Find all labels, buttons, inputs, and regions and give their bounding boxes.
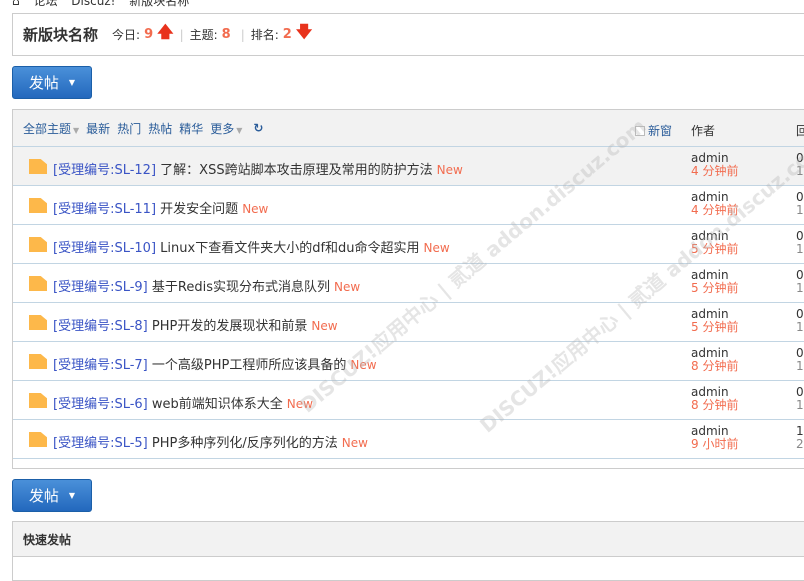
thread-row: [受理编号:SL-7] 一个高级PHP工程师所应该具备的 New admin 8 分… bbox=[13, 342, 804, 381]
thread-row: [受理编号:SL-12] 了解：XSS跨站脚本攻击原理及常用的防护方法 New a… bbox=[13, 147, 804, 186]
new-window-label: 新窗 bbox=[648, 124, 673, 138]
new-badge: New bbox=[334, 280, 361, 294]
refresh-icon[interactable]: ↻ bbox=[253, 121, 263, 135]
folder-icon bbox=[29, 315, 47, 330]
thread-prefix[interactable]: [受理编号:SL-5] bbox=[53, 436, 148, 451]
breadcrumb-discuz[interactable]: Discuz! bbox=[71, 0, 115, 8]
new-badge: New bbox=[311, 319, 338, 333]
quick-post: 快速发帖 bbox=[12, 521, 804, 581]
quick-post-title: 快速发帖 bbox=[13, 522, 804, 557]
new-badge: New bbox=[242, 202, 269, 216]
board-title: 新版块名称 bbox=[23, 26, 99, 44]
thread-prefix[interactable]: [受理编号:SL-10] bbox=[53, 241, 156, 256]
caret-down-icon: ▼ bbox=[236, 125, 243, 135]
view-count: 1 bbox=[796, 281, 804, 295]
new-badge: New bbox=[286, 397, 313, 411]
thread-time[interactable]: 9 小时前 bbox=[691, 438, 738, 451]
folder-icon bbox=[29, 276, 47, 291]
breadcrumb: ⌂ 论坛 Discuz! 新版块名称 bbox=[12, 0, 199, 9]
thread-list: 全部主题 ▼ 最新 热门 热帖 精华 更多 ▼ ↻ 新窗 作者 回 [受理编号:SL… bbox=[12, 109, 804, 469]
post-button[interactable]: 发帖 ▼ bbox=[12, 66, 92, 99]
thread-title[interactable]: 基于Redis实现分布式消息队列 bbox=[152, 280, 330, 295]
home-icon[interactable]: ⌂ bbox=[12, 0, 20, 8]
thread-time[interactable]: 5 分钟前 bbox=[691, 243, 738, 256]
thread-title[interactable]: 开发安全问题 bbox=[160, 202, 238, 217]
caret-down-icon: ▼ bbox=[68, 78, 76, 87]
filter-latest[interactable]: 最新 bbox=[86, 120, 110, 137]
folder-icon bbox=[29, 198, 47, 213]
thread-title[interactable]: PHP开发的发展现状和前景 bbox=[152, 319, 307, 334]
thread-row: [受理编号:SL-5] PHP多种序列化/反序列化的方法 New admin 9 小… bbox=[13, 420, 804, 459]
thread-time[interactable]: 5 分钟前 bbox=[691, 282, 738, 295]
caret-down-icon: ▼ bbox=[73, 125, 80, 135]
post-button-label: 发帖 bbox=[28, 487, 59, 505]
today-label: 今日: bbox=[112, 28, 141, 42]
threads-value: 8 bbox=[221, 27, 231, 42]
thread-time[interactable]: 4 分钟前 bbox=[691, 165, 738, 178]
new-badge: New bbox=[423, 241, 450, 255]
arrow-down-icon: 🡇 bbox=[295, 22, 313, 41]
thread-prefix[interactable]: [受理编号:SL-11] bbox=[53, 202, 156, 217]
filter-digest[interactable]: 精华 bbox=[179, 120, 203, 137]
thread-row: [受理编号:SL-8] PHP开发的发展现状和前景 New admin 5 分钟前 … bbox=[13, 303, 804, 342]
folder-icon bbox=[29, 354, 47, 369]
filter-all[interactable]: 全部主题 ▼ bbox=[23, 120, 79, 137]
view-count: 1 bbox=[796, 320, 804, 334]
thread-time[interactable]: 8 分钟前 bbox=[691, 399, 738, 412]
thread-prefix[interactable]: [受理编号:SL-12] bbox=[53, 163, 156, 178]
thread-time[interactable]: 8 分钟前 bbox=[691, 360, 738, 373]
folder-icon bbox=[29, 432, 47, 447]
thread-prefix[interactable]: [受理编号:SL-9] bbox=[53, 280, 148, 295]
view-count: 1 bbox=[796, 164, 804, 178]
caret-down-icon: ▼ bbox=[68, 491, 76, 500]
thread-prefix[interactable]: [受理编号:SL-8] bbox=[53, 319, 148, 334]
folder-icon bbox=[29, 159, 47, 174]
thread-title[interactable]: 了解：XSS跨站脚本攻击原理及常用的防护方法 bbox=[160, 163, 432, 178]
rank-label: 排名: bbox=[250, 28, 279, 42]
rank-value: 2 bbox=[282, 27, 292, 42]
post-button-label: 发帖 bbox=[28, 74, 59, 92]
breadcrumb-forum[interactable]: 论坛 bbox=[33, 0, 57, 8]
threads-label: 主题: bbox=[189, 28, 218, 42]
view-count: 1 bbox=[796, 203, 804, 217]
new-window-checkbox[interactable]: 新窗 bbox=[635, 122, 672, 139]
filter-hot-posts[interactable]: 热帖 bbox=[148, 120, 172, 137]
thread-prefix[interactable]: [受理编号:SL-6] bbox=[53, 397, 148, 412]
thread-time[interactable]: 5 分钟前 bbox=[691, 321, 738, 334]
breadcrumb-board[interactable]: 新版块名称 bbox=[129, 0, 189, 8]
reply-column-header: 回 bbox=[796, 124, 804, 138]
thread-time[interactable]: 4 分钟前 bbox=[691, 204, 738, 217]
new-badge: New bbox=[350, 358, 377, 372]
folder-icon bbox=[29, 237, 47, 252]
filter-more[interactable]: 更多 ▼ bbox=[210, 120, 242, 137]
filter-hot[interactable]: 热门 bbox=[117, 120, 141, 137]
author-column-header: 作者 bbox=[691, 124, 716, 138]
folder-icon bbox=[29, 393, 47, 408]
board-header: 新版块名称 今日: 9 🡅 | 主题: 8 | 排名: 2 🡇 bbox=[12, 13, 804, 56]
post-button-bottom[interactable]: 发帖 ▼ bbox=[12, 479, 92, 512]
view-count: 1 bbox=[796, 398, 804, 412]
view-count: 1 bbox=[796, 359, 804, 373]
view-count: 2 bbox=[796, 437, 804, 451]
thread-title[interactable]: Linux下查看文件夹大小的df和du命令超实用 bbox=[160, 241, 419, 256]
thread-row: [受理编号:SL-11] 开发安全问题 New admin 4 分钟前 01 bbox=[13, 186, 804, 225]
new-badge: New bbox=[436, 163, 463, 177]
thread-filter-bar: 全部主题 ▼ 最新 热门 热帖 精华 更多 ▼ ↻ 新窗 作者 回 bbox=[13, 110, 804, 147]
thread-title[interactable]: 一个高级PHP工程师所应该具备的 bbox=[152, 358, 346, 373]
thread-row: [受理编号:SL-6] web前端知识体系大全 New admin 8 分钟前 01 bbox=[13, 381, 804, 420]
thread-row: [受理编号:SL-10] Linux下查看文件夹大小的df和du命令超实用 New… bbox=[13, 225, 804, 264]
thread-title[interactable]: PHP多种序列化/反序列化的方法 bbox=[152, 436, 338, 451]
arrow-up-icon: 🡅 bbox=[157, 22, 174, 41]
thread-prefix[interactable]: [受理编号:SL-7] bbox=[53, 358, 148, 373]
new-badge: New bbox=[341, 436, 368, 450]
today-value: 9 bbox=[144, 27, 154, 42]
view-count: 1 bbox=[796, 242, 804, 256]
thread-row: [受理编号:SL-9] 基于Redis实现分布式消息队列 New admin 5 分… bbox=[13, 264, 804, 303]
checkbox[interactable] bbox=[635, 125, 645, 136]
thread-title[interactable]: web前端知识体系大全 bbox=[152, 397, 283, 412]
